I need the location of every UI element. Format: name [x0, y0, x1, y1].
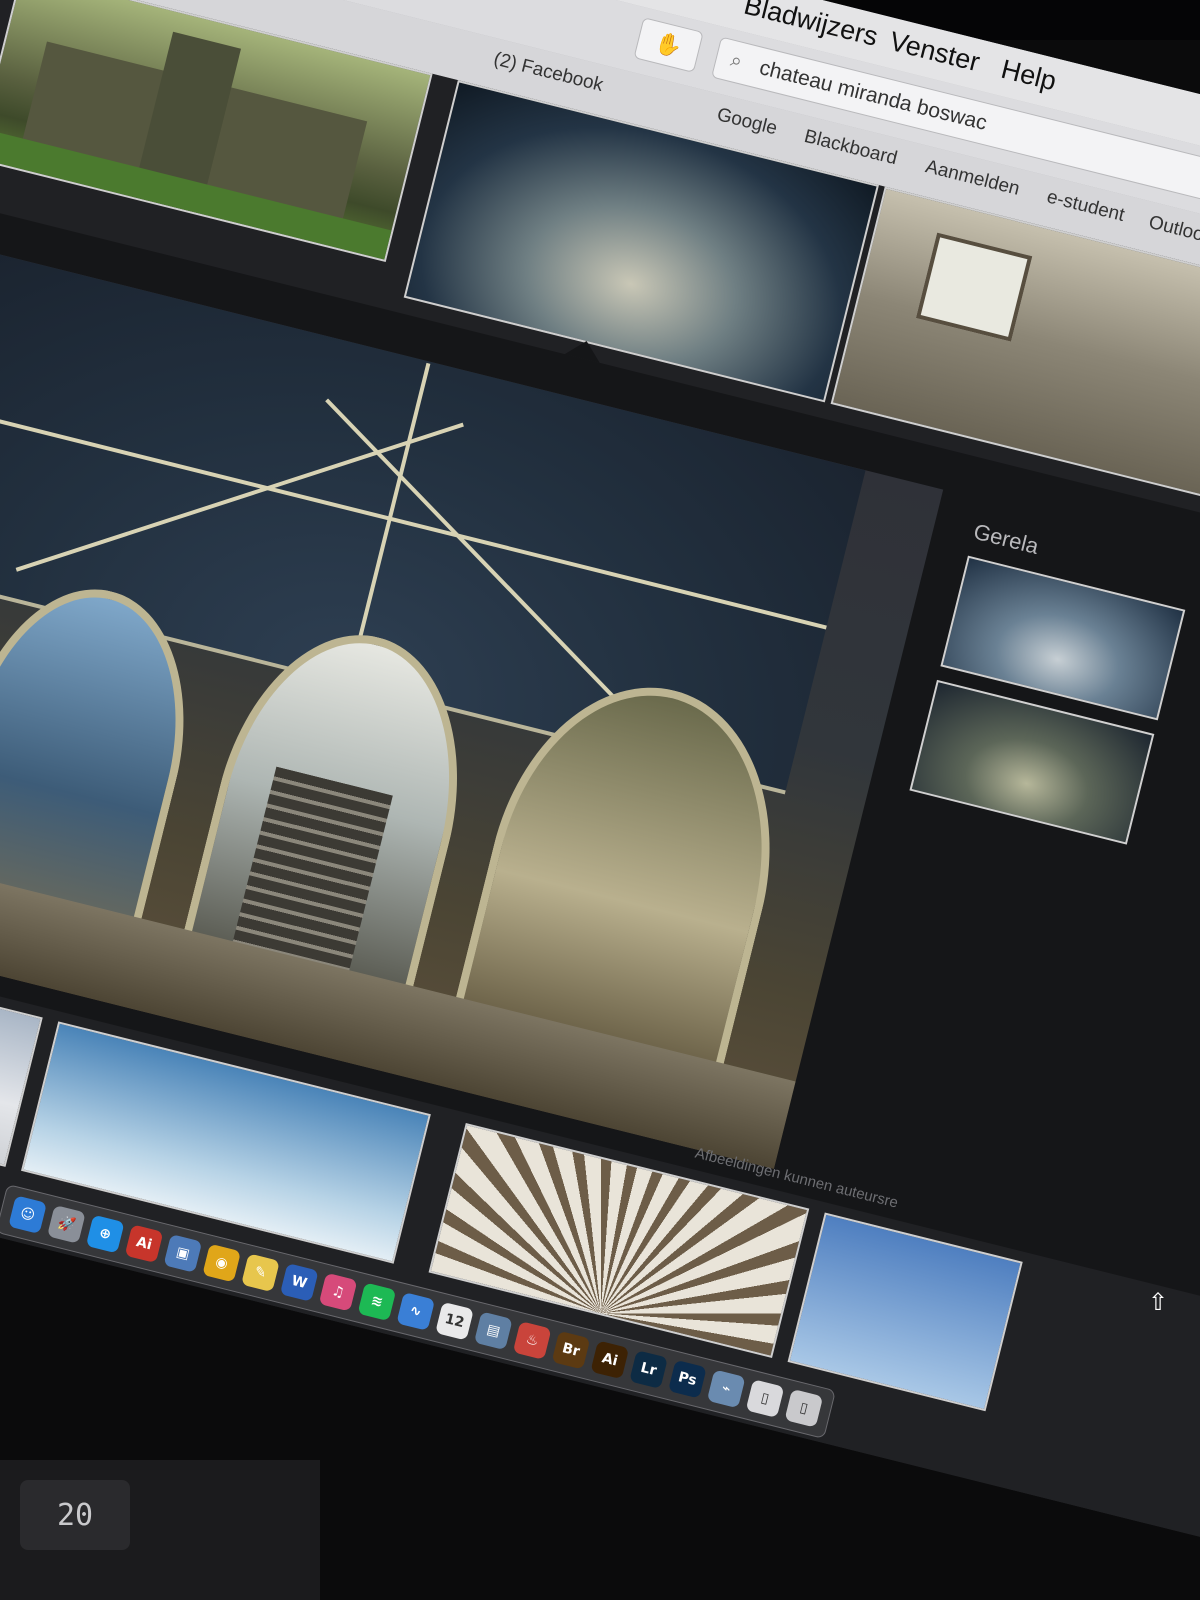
notes-icon[interactable]: ✎	[241, 1253, 280, 1293]
spotify-icon[interactable]: ≋	[357, 1282, 397, 1322]
keyboard-key: 20	[20, 1480, 130, 1550]
menu-help[interactable]: Help	[998, 54, 1059, 98]
bookmark-e-student[interactable]: e-student	[1044, 186, 1127, 227]
illustrator-icon[interactable]: Ai	[590, 1340, 630, 1380]
chrome-icon[interactable]: ◉	[202, 1243, 242, 1283]
hand-icon[interactable]: ✋	[633, 17, 704, 73]
bookmark-google[interactable]: Google	[714, 104, 780, 140]
lightroom-icon[interactable]: Lr	[629, 1350, 668, 1389]
word-icon[interactable]: W	[279, 1263, 319, 1302]
bookmark-outlook[interactable]: Outlook	[1146, 212, 1200, 249]
trash-icon[interactable]: ▯	[784, 1388, 824, 1428]
search-icon: ⌕	[728, 48, 745, 73]
downloads-icon[interactable]: ⌁	[706, 1369, 746, 1409]
finder-icon[interactable]: ☺	[8, 1195, 47, 1235]
documents-icon[interactable]: ▯	[745, 1379, 785, 1418]
image-search-results: Gerela Afbeeldingen kunnen auteursre ☺ 🚀 ⊕…	[0, 0, 1200, 1559]
photo-of-laptop-screen: Bladwijzers Venster Help ✋ ⌕ chateau mir…	[0, 0, 1200, 1600]
popcorn-icon[interactable]: ♨	[512, 1321, 552, 1360]
kitchen-window	[915, 232, 1033, 342]
laptop-screen: Bladwijzers Venster Help ✋ ⌕ chateau mir…	[0, 0, 1200, 1559]
calendar-icon[interactable]: 12	[435, 1301, 474, 1341]
preview-icon[interactable]: ▣	[163, 1234, 203, 1273]
safari-icon[interactable]: ⊕	[85, 1214, 125, 1254]
mouse-cursor-icon: ⇧	[1148, 1289, 1169, 1316]
audio-icon[interactable]: ∿	[396, 1292, 436, 1331]
laptop-keyboard: 20	[0, 1460, 320, 1600]
launchpad-icon[interactable]: 🚀	[47, 1204, 86, 1244]
bridge-icon[interactable]: Br	[551, 1330, 591, 1370]
related-images: Gerela	[906, 519, 1200, 867]
photos-icon[interactable]: ▤	[473, 1311, 513, 1351]
itunes-icon[interactable]: ♫	[318, 1272, 358, 1312]
acrobat-icon[interactable]: Ai	[124, 1224, 164, 1264]
photoshop-icon[interactable]: Ps	[667, 1359, 707, 1399]
